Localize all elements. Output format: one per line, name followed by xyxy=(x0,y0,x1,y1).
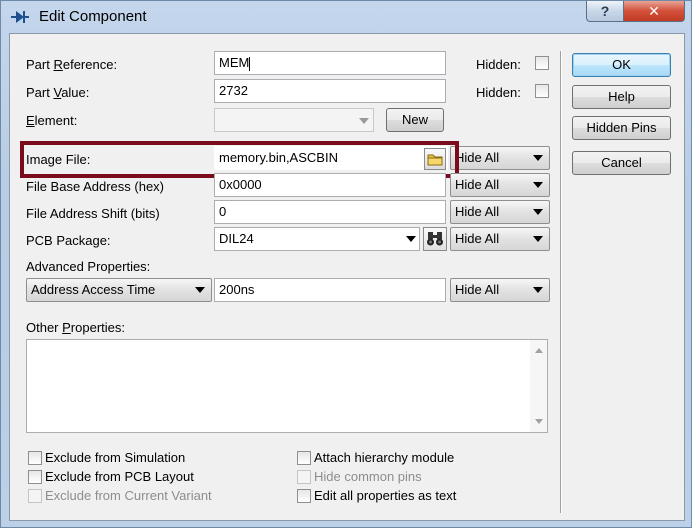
advanced-property-visibility-dropdown[interactable]: Hide All xyxy=(450,278,550,302)
exclude-variant-label: Exclude from Current Variant xyxy=(45,488,212,503)
window-title: Edit Component xyxy=(39,8,147,25)
exclude-variant-checkbox[interactable] xyxy=(28,489,42,503)
close-icon: ✕ xyxy=(648,2,660,19)
other-properties-scrollbar[interactable] xyxy=(530,340,547,432)
hide-common-pins-checkbox[interactable] xyxy=(297,470,311,484)
edit-all-as-text-label: Edit all properties as text xyxy=(314,488,457,503)
exclude-pcb-checkbox[interactable] xyxy=(28,470,42,484)
advanced-property-value-input[interactable]: 200ns xyxy=(214,278,446,302)
hide-common-pins-label: Hide common pins xyxy=(314,469,422,484)
scroll-down-icon xyxy=(535,419,543,424)
part-value-input[interactable]: 2732 xyxy=(214,79,446,103)
component-icon xyxy=(11,11,29,23)
help-icon: ? xyxy=(600,3,610,19)
element-dropdown[interactable] xyxy=(214,108,374,132)
edit-component-window: Edit Component ? ✕ Part Reference: MEM H… xyxy=(0,0,692,528)
image-file-input[interactable]: memory.bin,ASCBIN xyxy=(214,146,448,170)
file-base-address-input[interactable]: 0x0000 xyxy=(214,173,446,197)
part-reference-label: Part Reference: xyxy=(26,57,118,72)
pcb-package-label: PCB Package: xyxy=(26,233,111,248)
other-properties-textarea[interactable] xyxy=(26,339,548,433)
chevron-down-icon xyxy=(533,209,543,215)
attach-hierarchy-checkbox[interactable] xyxy=(297,451,311,465)
part-value-label: Part Value: xyxy=(26,85,90,100)
chevron-down-icon xyxy=(533,155,543,161)
file-address-shift-input[interactable]: 0 xyxy=(214,200,446,224)
exclude-simulation-label: Exclude from Simulation xyxy=(45,450,186,465)
title-close-button[interactable]: ✕ xyxy=(623,1,685,22)
file-address-shift-label: File Address Shift (bits) xyxy=(26,206,160,221)
chevron-down-icon xyxy=(533,236,543,242)
other-properties-label: Other Properties: xyxy=(26,320,125,335)
cancel-button[interactable]: Cancel xyxy=(572,151,671,175)
attach-hierarchy-label: Attach hierarchy module xyxy=(314,450,455,465)
scroll-up-icon xyxy=(535,348,543,353)
element-label: Element: xyxy=(26,113,78,128)
edit-all-as-text-checkbox[interactable] xyxy=(297,489,311,503)
hidden-pins-button[interactable]: Hidden Pins xyxy=(572,116,671,140)
advanced-property-dropdown[interactable]: Address Access Time xyxy=(26,278,212,302)
chevron-down-icon xyxy=(533,182,543,188)
help-button[interactable]: Help xyxy=(572,85,671,109)
title-bar[interactable]: Edit Component ? ✕ xyxy=(1,1,691,33)
pcb-package-dropdown-arrow-icon xyxy=(406,236,416,242)
ok-button[interactable]: OK xyxy=(572,53,671,77)
element-dropdown-arrow-icon xyxy=(359,118,369,124)
image-file-label: Image File: xyxy=(26,152,91,167)
pcb-package-browse-button[interactable] xyxy=(423,227,447,251)
vertical-separator xyxy=(560,51,562,513)
dialog-client-area: Part Reference: MEM Hidden: Part Value: … xyxy=(9,33,685,521)
exclude-pcb-label: Exclude from PCB Layout xyxy=(45,469,194,484)
title-help-button[interactable]: ? xyxy=(586,1,624,22)
image-file-visibility-dropdown[interactable]: Hide All xyxy=(450,146,550,170)
file-address-shift-visibility-dropdown[interactable]: Hide All xyxy=(450,200,550,224)
part-reference-input[interactable]: MEM xyxy=(214,51,446,75)
new-element-button[interactable]: New xyxy=(386,108,444,132)
image-file-browse-button[interactable] xyxy=(424,148,446,170)
file-base-address-label: File Base Address (hex) xyxy=(26,179,165,194)
part-reference-hidden-label: Hidden: xyxy=(476,57,521,72)
file-base-address-visibility-dropdown[interactable]: Hide All xyxy=(450,173,550,197)
part-value-hidden-checkbox[interactable] xyxy=(535,84,549,98)
part-value-hidden-label: Hidden: xyxy=(476,85,521,100)
pcb-package-visibility-dropdown[interactable]: Hide All xyxy=(450,227,550,251)
chevron-down-icon xyxy=(533,287,543,293)
binoculars-icon xyxy=(427,232,443,246)
part-reference-hidden-checkbox[interactable] xyxy=(535,56,549,70)
pcb-package-dropdown[interactable]: DIL24 xyxy=(214,227,420,251)
advanced-properties-label: Advanced Properties: xyxy=(26,259,151,274)
chevron-down-icon xyxy=(195,287,205,293)
folder-icon xyxy=(427,154,443,166)
exclude-simulation-checkbox[interactable] xyxy=(28,451,42,465)
